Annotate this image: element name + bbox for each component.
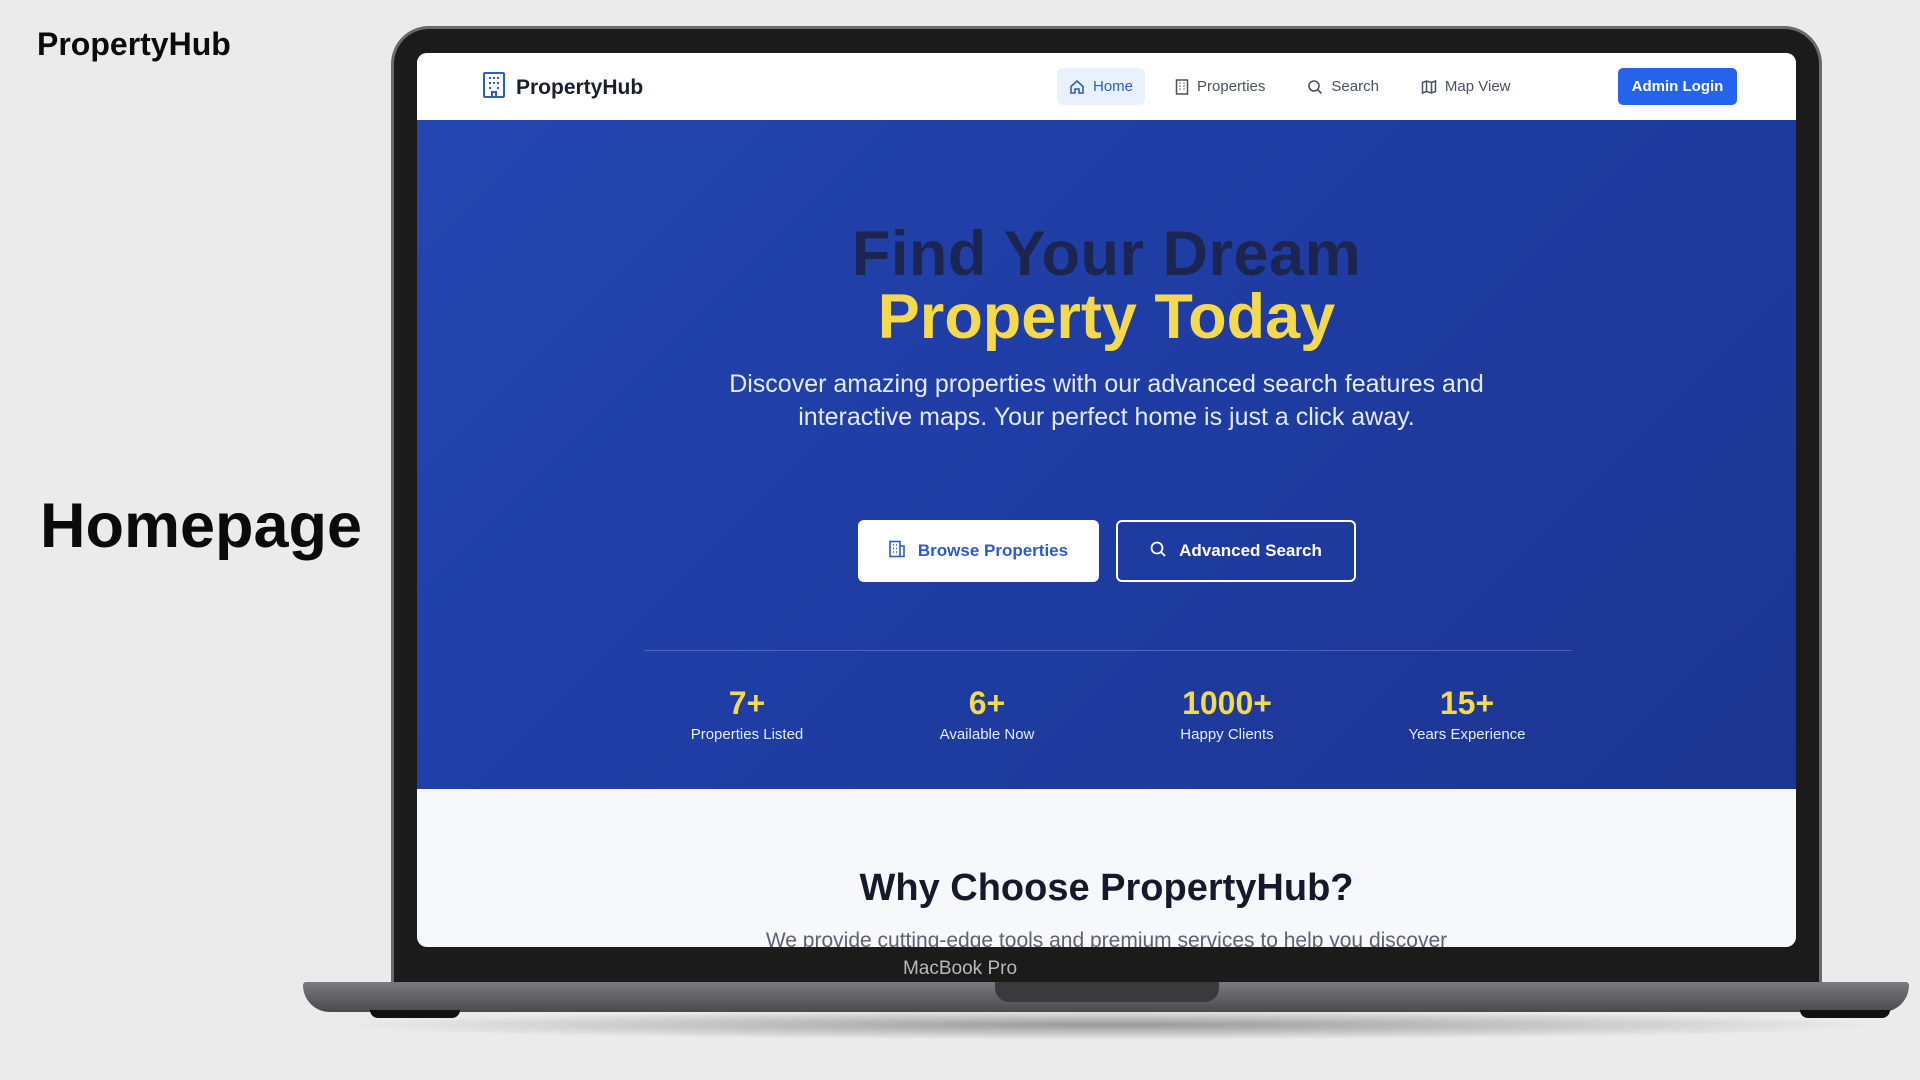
laptop-notch (995, 982, 1219, 1002)
stat-available-now: 6+ Available Now (877, 685, 1097, 743)
hero-section: Find Your Dream Property Today Discover … (417, 120, 1796, 789)
advanced-search-button[interactable]: Advanced Search (1115, 520, 1356, 582)
laptop-foot-right (1800, 1010, 1890, 1018)
building-icon (482, 71, 506, 104)
building-icon (888, 540, 906, 563)
hero-subtitle-line2: interactive maps. Your perfect home is j… (798, 403, 1415, 431)
hero-subtitle: Discover amazing properties with our adv… (417, 368, 1796, 434)
laptop-screen: PropertyHub Home Properties Search Map V… (417, 53, 1796, 947)
stat-label: Happy Clients (1180, 726, 1274, 743)
stat-label: Years Experience (1408, 726, 1526, 743)
stat-label: Available Now (939, 726, 1035, 743)
stat-value: 6+ (968, 685, 1006, 721)
admin-login-button[interactable]: Admin Login (1618, 68, 1737, 105)
map-icon (1421, 79, 1437, 95)
nav-item-search[interactable]: Search (1295, 68, 1391, 105)
why-section-title: Why Choose PropertyHub? (859, 867, 1354, 909)
hero-buttons: Browse Properties Advanced Search (417, 520, 1796, 582)
laptop-shadow (330, 1010, 1890, 1040)
search-icon (1149, 540, 1167, 563)
browse-properties-label: Browse Properties (917, 541, 1069, 560)
brand-name: PropertyHub (516, 75, 644, 99)
why-section-subtitle: We provide cutting-edge tools and premiu… (765, 929, 1448, 947)
nav-item-label: Home (1093, 78, 1134, 95)
nav-menu: Home Properties Search Map View (1057, 68, 1523, 105)
nav-item-home[interactable]: Home (1057, 68, 1146, 105)
hero-title-line2: Property Today (877, 282, 1336, 352)
nav-item-label: Properties (1197, 78, 1266, 95)
stat-happy-clients: 1000+ Happy Clients (1117, 685, 1337, 743)
nav-item-properties[interactable]: Properties (1163, 68, 1277, 105)
hero-title-line1: Find Your Dream (851, 219, 1362, 289)
nav-item-label: Map View (1444, 78, 1511, 95)
nav-item-label: Search (1331, 78, 1379, 95)
hero-subtitle-line1: Discover amazing properties with our adv… (729, 370, 1484, 398)
brand-logo[interactable]: PropertyHub (482, 71, 643, 104)
top-navbar: PropertyHub Home Properties Search Map V… (417, 53, 1796, 120)
laptop-foot-left (370, 1010, 460, 1018)
stat-value: 7+ (728, 685, 766, 721)
building-icon (1175, 78, 1189, 95)
stat-value: 15+ (1439, 685, 1495, 721)
slide-brand-title: PropertyHub (37, 26, 231, 62)
hero-divider (644, 650, 1572, 651)
search-icon (1307, 79, 1323, 95)
advanced-search-label: Advanced Search (1179, 541, 1322, 560)
nav-item-map-view[interactable]: Map View (1409, 68, 1523, 105)
device-label: MacBook Pro (902, 958, 1018, 979)
stat-properties-listed: 7+ Properties Listed (637, 685, 857, 743)
stat-value: 1000+ (1182, 685, 1272, 721)
home-icon (1069, 79, 1085, 95)
stat-label: Properties Listed (690, 726, 804, 743)
browse-properties-button[interactable]: Browse Properties (857, 520, 1099, 582)
stat-years-experience: 15+ Years Experience (1357, 685, 1577, 743)
slide-section-title: Homepage (40, 491, 363, 561)
